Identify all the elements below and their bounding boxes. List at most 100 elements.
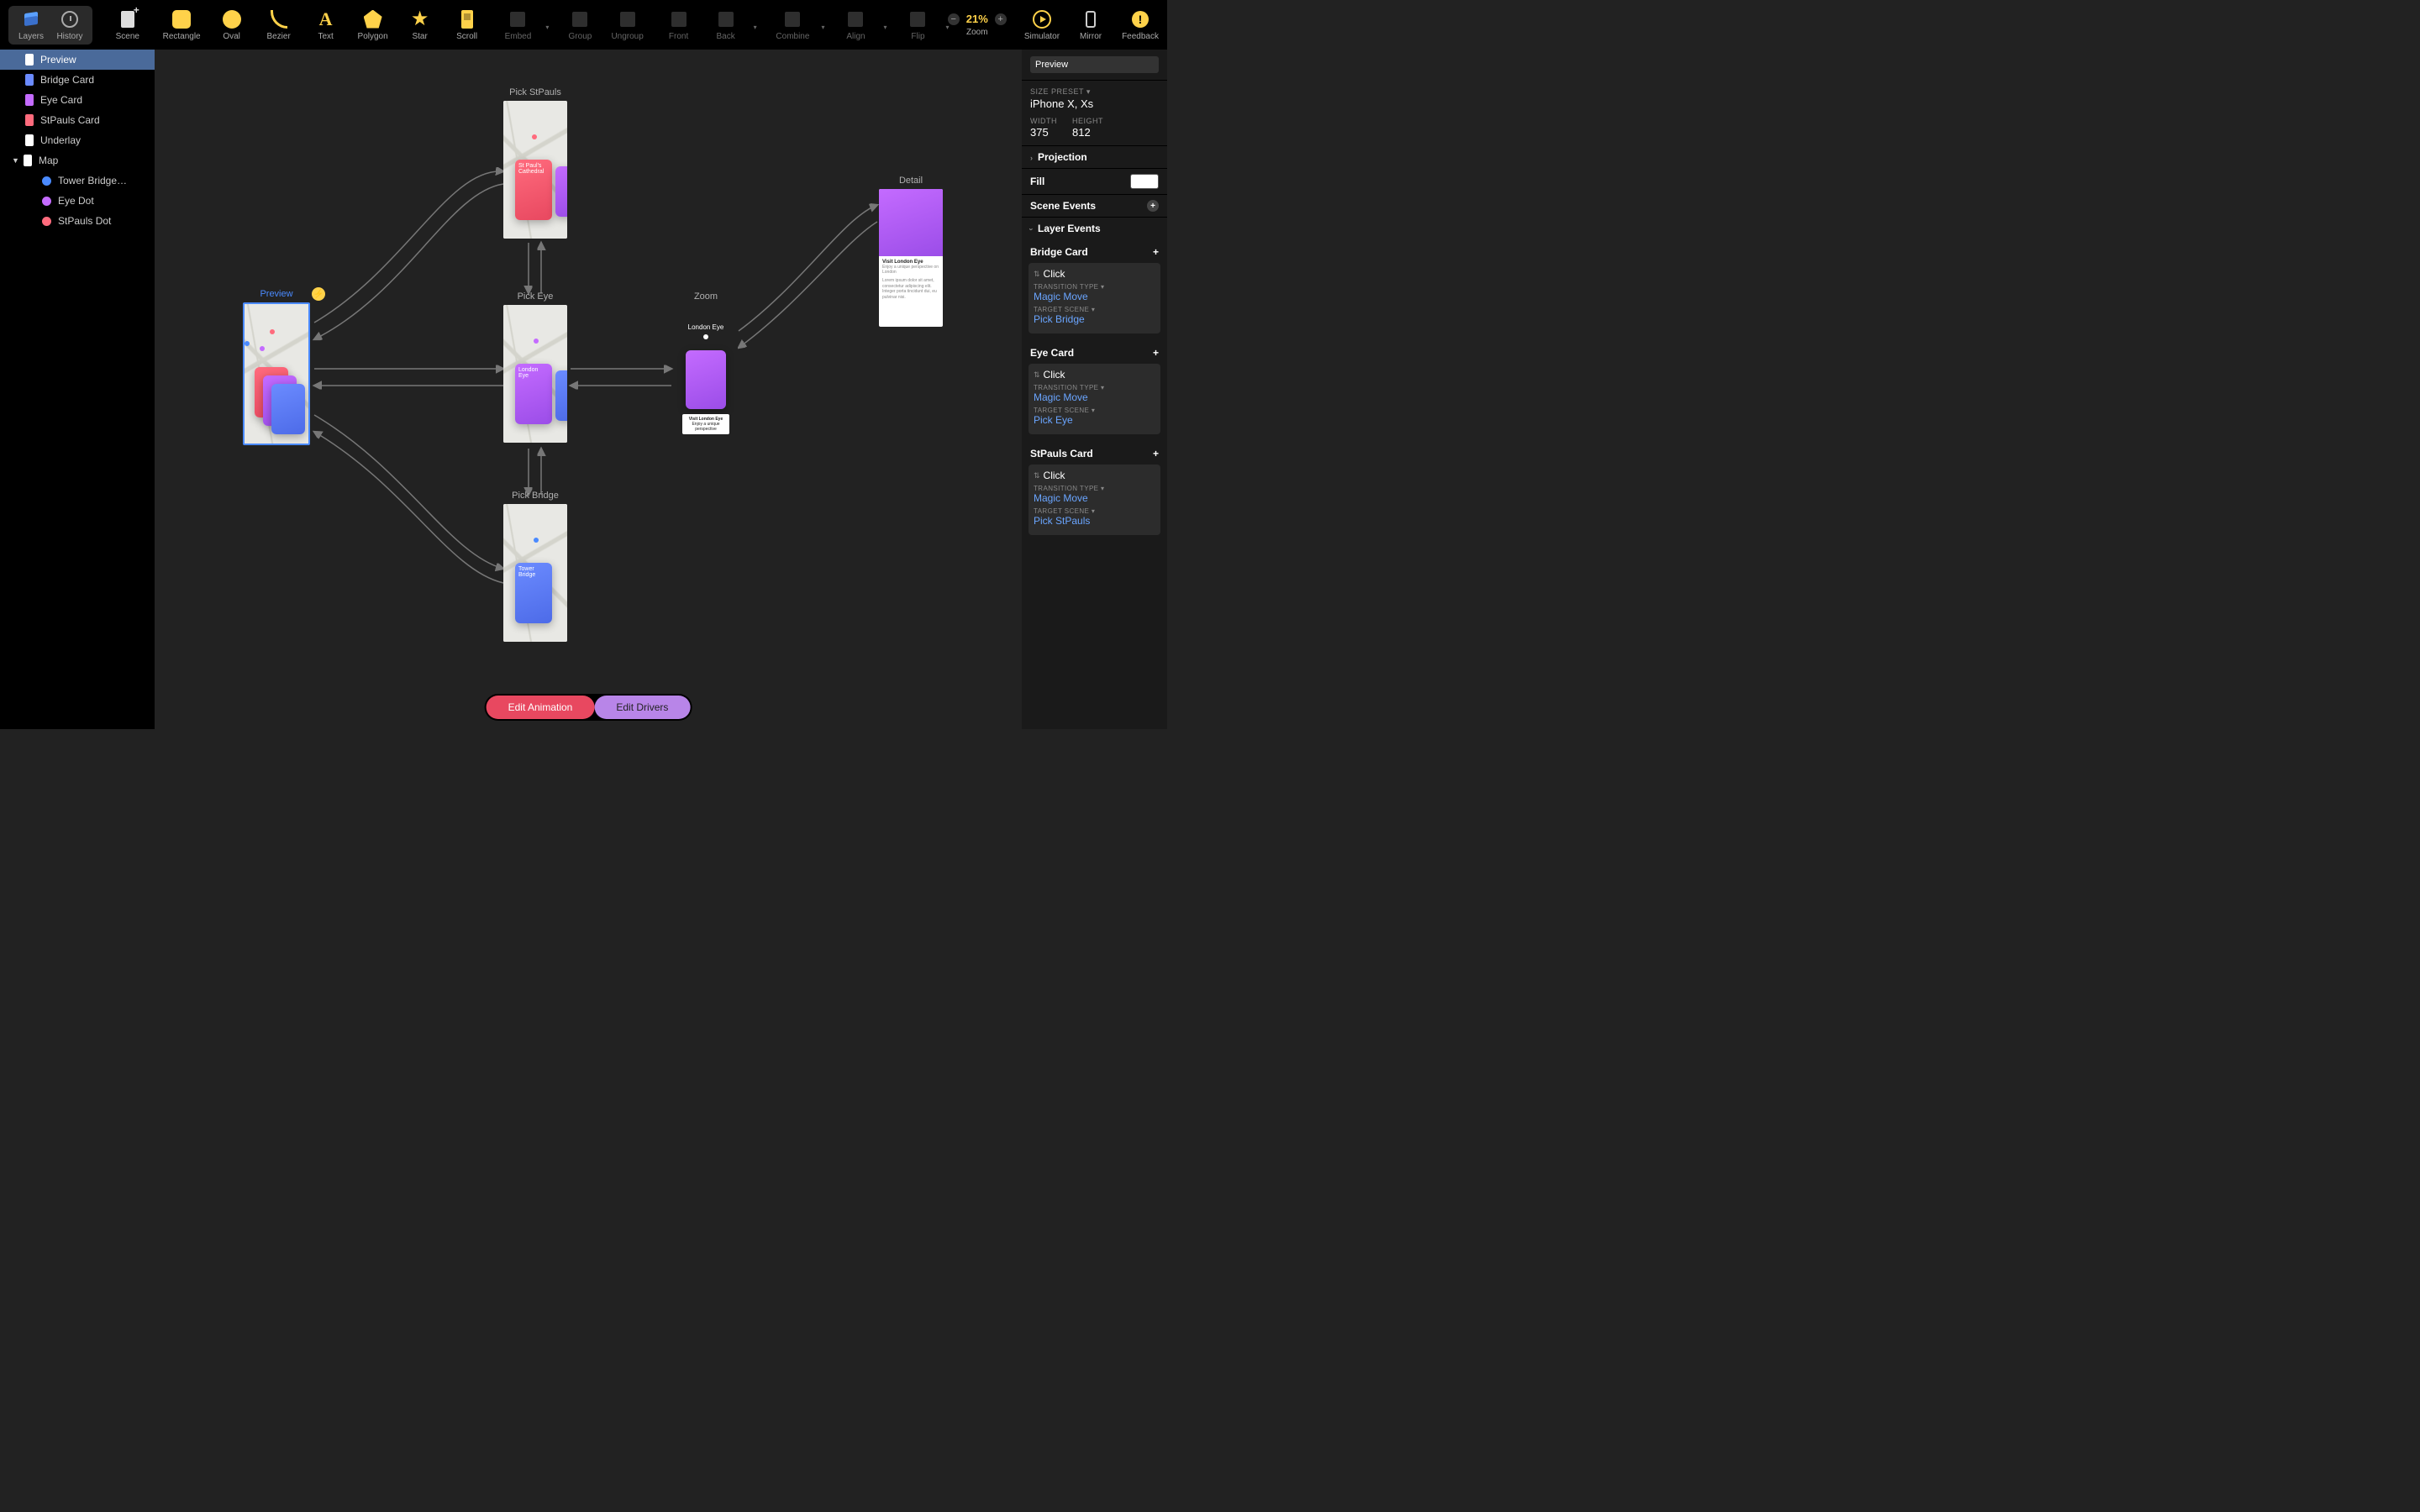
layers-panel: Preview Bridge Card Eye Card StPauls Car… (0, 50, 155, 729)
event-card[interactable]: ⇅Click TRANSITION TYPE ▾ Magic Move TARG… (1028, 263, 1160, 333)
rectangle-icon (171, 9, 192, 29)
bolt-icon: ⚡ (312, 287, 325, 301)
combine-icon (782, 9, 802, 29)
scene-pick-eye[interactable]: Pick Eye London Eye (503, 291, 567, 443)
layer-item-map[interactable]: ▼Map (0, 150, 155, 171)
transition-type-select[interactable]: Magic Move (1034, 391, 1155, 403)
sort-handle-icon[interactable]: ⇅ (1034, 370, 1040, 380)
oval-tool[interactable]: Oval (216, 9, 248, 41)
chevron-down-icon[interactable]: ▾ (1101, 283, 1104, 291)
layer-events-section[interactable]: ›Layer Events (1022, 217, 1167, 239)
edit-drivers-button[interactable]: Edit Drivers (594, 696, 690, 719)
scroll-icon (457, 9, 477, 29)
ungroup-button[interactable]: Ungroup (611, 9, 643, 41)
fill-section[interactable]: Fill (1022, 168, 1167, 194)
fill-color-swatch[interactable] (1130, 174, 1159, 189)
rectangle-tool[interactable]: Rectangle (163, 9, 201, 41)
layers-tab[interactable]: Layers (15, 9, 47, 41)
chevron-down-icon: ▾ (821, 24, 824, 31)
star-tool[interactable]: ★Star (404, 9, 436, 41)
target-scene-select[interactable]: Pick StPauls (1034, 515, 1155, 527)
right-tools: Simulator Mirror !Feedback (1024, 9, 1159, 41)
arrange-tools: Front Back ▾ (663, 9, 757, 41)
mirror-button[interactable]: Mirror (1075, 9, 1107, 41)
sort-handle-icon[interactable]: ⇅ (1034, 471, 1040, 480)
height-input[interactable]: 812 (1072, 126, 1103, 139)
chevron-down-icon[interactable]: ▾ (1101, 384, 1104, 391)
width-input[interactable]: 375 (1030, 126, 1057, 139)
history-tab[interactable]: History (54, 9, 86, 41)
group-button[interactable]: Group (564, 9, 596, 41)
projection-section[interactable]: ›Projection (1022, 146, 1167, 168)
flip-button[interactable]: Flip (902, 9, 934, 41)
chevron-right-icon: › (1030, 154, 1033, 162)
layer-item-stpauls-card[interactable]: StPauls Card (0, 110, 155, 130)
embed-group-tools: Embed ▾ Group Ungroup (502, 9, 643, 41)
add-scene-event-button[interactable]: + (1147, 200, 1159, 212)
zoom-value[interactable]: 21% (966, 13, 988, 25)
layer-item-stpauls-dot[interactable]: StPauls Dot (0, 211, 155, 231)
chevron-down-icon[interactable]: ▾ (1101, 485, 1104, 492)
scene-detail[interactable]: Detail Visit London Eye Enjoy a unique p… (879, 176, 943, 327)
chevron-down-icon[interactable]: ▾ (1086, 87, 1091, 96)
align-button[interactable]: Align (839, 9, 871, 41)
event-group-bridge-card: Bridge Card + (1022, 239, 1167, 261)
event-card[interactable]: ⇅Click TRANSITION TYPE ▾ Magic Move TARG… (1028, 465, 1160, 535)
back-button[interactable]: Back (710, 9, 742, 41)
disclosure-triangle-icon[interactable]: ▼ (12, 156, 20, 165)
transform-tools: Combine▾ Align▾ Flip▾ (776, 9, 949, 41)
edit-animation-button[interactable]: Edit Animation (487, 696, 595, 719)
event-card[interactable]: ⇅Click TRANSITION TYPE ▾ Magic Move TARG… (1028, 364, 1160, 434)
layer-item-preview[interactable]: Preview (0, 50, 155, 70)
play-icon (1032, 9, 1052, 29)
add-event-button[interactable]: + (1153, 448, 1159, 459)
combine-button[interactable]: Combine (776, 9, 809, 41)
feedback-button[interactable]: !Feedback (1122, 9, 1159, 41)
zoom-out-button[interactable]: − (948, 13, 960, 25)
layer-item-tower-bridge-dot[interactable]: Tower Bridge… (0, 171, 155, 191)
target-scene-select[interactable]: Pick Bridge (1034, 313, 1155, 325)
oval-icon (222, 9, 242, 29)
simulator-button[interactable]: Simulator (1024, 9, 1060, 41)
layer-item-underlay[interactable]: Underlay (0, 130, 155, 150)
add-event-button[interactable]: + (1153, 246, 1159, 258)
scene-pick-stpauls[interactable]: Pick StPauls St Paul's Cathedral (503, 87, 567, 239)
event-group-stpauls-card: StPauls Card + (1022, 441, 1167, 463)
canvas[interactable]: Preview ⚡ Pick StPauls St Paul's Cathedr… (155, 50, 1022, 729)
sort-handle-icon[interactable]: ⇅ (1034, 270, 1040, 279)
polygon-tool[interactable]: Polygon (357, 9, 389, 41)
transition-type-select[interactable]: Magic Move (1034, 492, 1155, 504)
chevron-down-icon[interactable]: ▾ (1092, 306, 1095, 313)
scene-button[interactable]: Scene (112, 9, 144, 41)
layer-item-bridge-card[interactable]: Bridge Card (0, 70, 155, 90)
transition-type-select[interactable]: Magic Move (1034, 291, 1155, 302)
scene-plus-icon (118, 9, 138, 29)
scene-preview[interactable]: Preview ⚡ (243, 289, 310, 445)
chevron-down-icon[interactable]: ▾ (1092, 507, 1095, 515)
bezier-tool[interactable]: Bezier (263, 9, 295, 41)
scene-pick-bridge[interactable]: Pick Bridge Tower Bridge (503, 491, 567, 642)
sidebar-toggle-group: Layers History (8, 6, 92, 45)
target-scene-select[interactable]: Pick Eye (1034, 414, 1155, 426)
back-icon (716, 9, 736, 29)
chevron-down-icon[interactable]: ▾ (1092, 407, 1095, 414)
chevron-down-icon: ▾ (545, 24, 549, 31)
front-button[interactable]: Front (663, 9, 695, 41)
shape-tools: Rectangle Oval Bezier AText Polygon ★Sta… (163, 9, 483, 41)
add-event-button[interactable]: + (1153, 347, 1159, 359)
scroll-tool[interactable]: Scroll (451, 9, 483, 41)
chevron-down-icon: ▾ (754, 24, 757, 31)
layer-item-eye-dot[interactable]: Eye Dot (0, 191, 155, 211)
chevron-down-icon: ▾ (945, 24, 949, 31)
embed-button[interactable]: Embed (502, 9, 534, 41)
align-icon (845, 9, 865, 29)
ungroup-icon (618, 9, 638, 29)
chevron-down-icon: › (1028, 228, 1036, 231)
scene-title-input[interactable] (1030, 56, 1159, 73)
scene-zoom[interactable]: Zoom London Eye Visit London Eye Enjoy a… (674, 291, 738, 443)
size-preset-value[interactable]: iPhone X, Xs (1030, 97, 1159, 110)
layer-item-eye-card[interactable]: Eye Card (0, 90, 155, 110)
text-tool[interactable]: AText (310, 9, 342, 41)
scene-events-section[interactable]: Scene Events + (1022, 194, 1167, 217)
zoom-in-button[interactable]: + (995, 13, 1007, 25)
